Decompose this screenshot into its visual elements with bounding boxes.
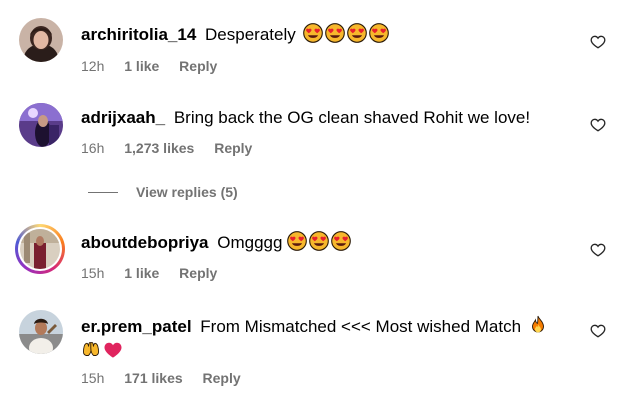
emoji-group: [303, 25, 391, 44]
reply-button[interactable]: Reply: [214, 140, 252, 156]
emoji-group: [282, 233, 353, 252]
heart-eyes-emoji: [309, 231, 329, 251]
avatar[interactable]: [19, 18, 63, 62]
view-replies-button[interactable]: View replies (5): [88, 183, 238, 201]
comment-username[interactable]: aboutdebopriya: [81, 233, 209, 252]
comment-time: 16h: [81, 140, 105, 156]
red-heart-emoji: [103, 340, 123, 360]
reply-button[interactable]: Reply: [179, 265, 217, 281]
heart-eyes-emoji: [347, 23, 367, 43]
comment-likes[interactable]: 1,273 likes: [124, 140, 194, 156]
divider: [88, 191, 118, 193]
comments-list: archiritolia_14 Desperately 12h 1 like R…: [0, 0, 623, 406]
comment-username[interactable]: er.prem_patel: [81, 317, 192, 336]
comment-meta: 15h 171 likes Reply: [81, 370, 257, 386]
reply-button[interactable]: Reply: [179, 58, 217, 74]
heart-outline-icon[interactable]: [590, 34, 606, 50]
heart-eyes-emoji: [303, 23, 323, 43]
comment-likes[interactable]: 1 like: [124, 265, 159, 281]
reply-button[interactable]: Reply: [203, 370, 241, 386]
avatar-border: [18, 227, 62, 271]
avatar[interactable]: [19, 103, 63, 147]
heart-eyes-emoji: [331, 231, 351, 251]
avatar[interactable]: [19, 310, 63, 354]
comment-likes[interactable]: 171 likes: [124, 370, 182, 386]
comment-time: 15h: [81, 265, 105, 281]
comment-text: From Mismatched <<< Most wished Match: [200, 317, 522, 336]
view-replies-label: View replies (5): [136, 184, 238, 200]
heart-eyes-emoji: [287, 231, 307, 251]
comment-meta: 12h 1 like Reply: [81, 58, 233, 74]
heart-eyes-emoji: [369, 23, 389, 43]
comment-text: Bring back the OG clean shaved Rohit we …: [173, 108, 531, 127]
comment-likes[interactable]: 1 like: [124, 58, 159, 74]
comment-text: Desperately: [205, 25, 296, 44]
heart-outline-icon[interactable]: [590, 242, 606, 258]
heart-outline-icon[interactable]: [590, 323, 606, 339]
comment-meta: 15h 1 like Reply: [81, 265, 233, 281]
heart-outline-icon[interactable]: [590, 117, 606, 133]
raising-hands-emoji: [81, 340, 101, 360]
comment-username[interactable]: archiritolia_14: [81, 25, 196, 44]
avatar[interactable]: [15, 224, 65, 274]
comment-text: Omgggg: [217, 233, 283, 252]
comment-time: 15h: [81, 370, 105, 386]
comment-meta: 16h 1,273 likes Reply: [81, 140, 268, 156]
comment-time: 12h: [81, 58, 105, 74]
fire-emoji: [528, 315, 548, 335]
heart-eyes-emoji: [325, 23, 345, 43]
avatar-image: [20, 229, 60, 269]
comment-username[interactable]: adrijxaah_: [81, 108, 165, 127]
